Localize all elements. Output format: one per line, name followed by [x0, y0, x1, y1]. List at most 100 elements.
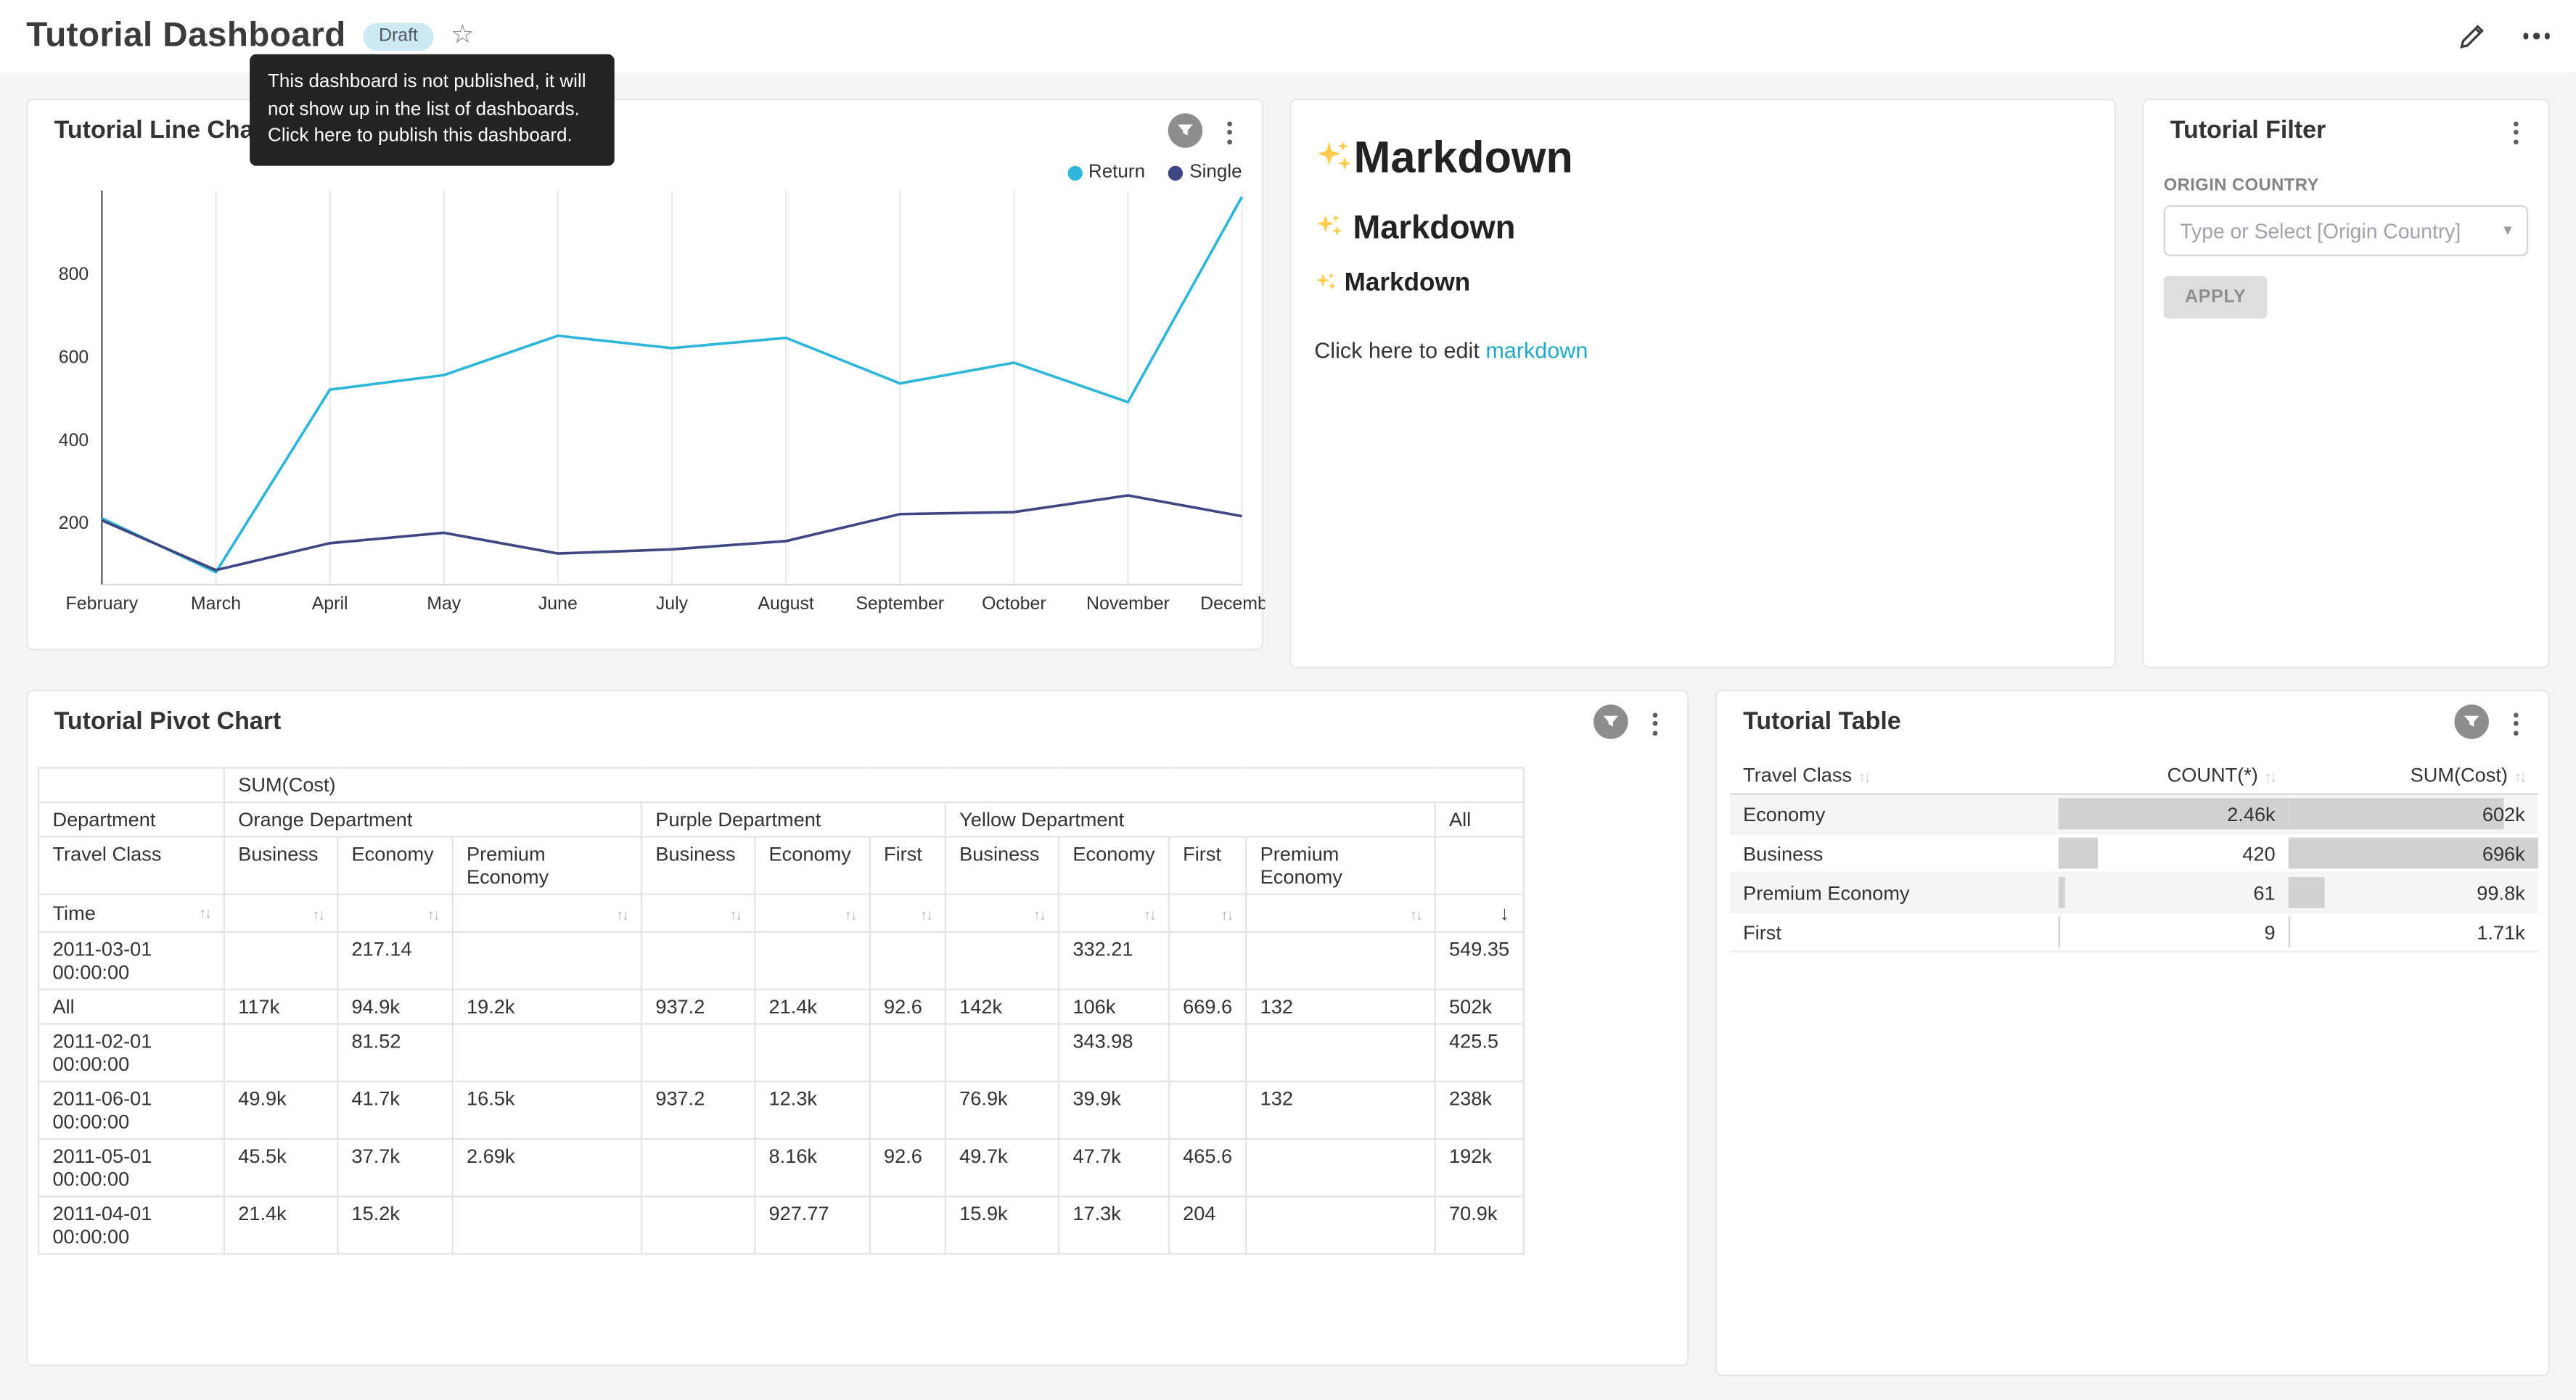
more-options-icon[interactable] — [2522, 27, 2549, 46]
kebab-menu-icon[interactable] — [1644, 704, 1664, 742]
line-chart-card: Tutorial Line Chart ReturnSingle 2004006… — [26, 99, 1263, 651]
filter-funnel-icon[interactable] — [1168, 113, 1203, 148]
pivot-value-cell — [755, 932, 869, 989]
travel-class-cell: Premium Economy — [1730, 873, 2059, 912]
sort-toggle-icon[interactable]: ↑↓ — [920, 907, 932, 923]
y-axis-label: 400 — [59, 430, 89, 450]
sort-toggle-icon[interactable]: ↑↓ — [616, 907, 628, 923]
pivot-value-cell: 39.9k — [1059, 1082, 1169, 1139]
pivot-value-cell: 332.21 — [1059, 932, 1169, 989]
sort-toggle-icon[interactable]: ↑↓ — [1221, 907, 1232, 923]
pivot-time-header: Time↑↓ — [38, 894, 224, 932]
pivot-value-cell: 12.3k — [755, 1082, 869, 1139]
pivot-value-cell — [224, 932, 337, 989]
origin-country-select[interactable]: Type or Select [Origin Country] ▾ — [2164, 205, 2529, 256]
pivot-value-cell — [453, 932, 641, 989]
pivot-row-label: All — [38, 989, 224, 1024]
pivot-value-cell — [641, 1139, 755, 1196]
pivot-value-cell: 502k — [1435, 989, 1524, 1024]
kebab-menu-icon[interactable] — [2506, 704, 2525, 742]
pivot-value-cell: 669.6 — [1169, 989, 1246, 1024]
pivot-value-cell: 192k — [1435, 1139, 1524, 1196]
sort-toggle-icon[interactable]: ↑↓ — [312, 907, 324, 923]
unpublished-tooltip[interactable]: This dashboard is not published, it will… — [250, 54, 615, 166]
pivot-sort-cell: ↑↓ — [870, 894, 946, 932]
pivot-value-cell: 217.14 — [337, 932, 452, 989]
pivot-value-cell — [1169, 932, 1246, 989]
draft-badge[interactable]: Draft — [362, 22, 434, 50]
table-header-count-[interactable]: COUNT(*)↑↓ — [2059, 757, 2289, 794]
pivot-value-cell — [870, 932, 946, 989]
sort-toggle-icon[interactable]: ↑↓ — [1033, 907, 1045, 923]
pivot-value-cell: 937.2 — [641, 1082, 755, 1139]
value-bar — [2059, 877, 2064, 908]
apply-button[interactable]: APPLY — [2164, 276, 2268, 318]
pivot-value-cell: 15.2k — [337, 1196, 452, 1253]
pivot-sort-cell: ↑↓ — [946, 894, 1059, 932]
pivot-chart-card: Tutorial Pivot Chart SUM(Cost)Department… — [26, 690, 1689, 1367]
pivot-value-cell — [1246, 932, 1435, 989]
pivot-row: 2011-02-01 00:00:0081.52343.98425.5 — [38, 1024, 1523, 1082]
filter-funnel-icon[interactable] — [2454, 704, 2489, 739]
sort-toggle-icon[interactable]: ↑↓ — [845, 907, 856, 923]
select-placeholder: Type or Select [Origin Country] — [2180, 219, 2461, 242]
pivot-travel-class-header: First — [1169, 837, 1246, 894]
pivot-value-cell: 132 — [1246, 989, 1435, 1024]
x-axis-label: March — [191, 593, 241, 614]
pivot-value-cell: 132 — [1246, 1082, 1435, 1139]
pivot-sort-cell: ↑↓ — [453, 894, 641, 932]
pivot-sort-cell: ↑↓ — [1246, 894, 1435, 932]
table-header-travel-class[interactable]: Travel Class↑↓ — [1730, 757, 2059, 794]
pivot-row: 2011-05-01 00:00:0045.5k37.7k2.69k8.16k9… — [38, 1139, 1523, 1196]
sort-toggle-icon[interactable]: ↑↓ — [427, 907, 439, 923]
dashboard-screen: Tutorial Dashboard Draft ☆ This dashboar… — [0, 0, 2576, 1399]
pivot-value-cell: 21.4k — [755, 989, 869, 1024]
pivot-value-cell: 49.7k — [946, 1139, 1059, 1196]
sort-toggle-icon[interactable]: ↑↓ — [1858, 769, 1869, 786]
x-axis-label: September — [856, 593, 944, 614]
x-axis-label: October — [982, 593, 1046, 614]
filter-funnel-icon[interactable] — [1593, 704, 1628, 739]
chevron-down-icon: ▾ — [2503, 222, 2511, 240]
pivot-value-cell: 41.7k — [337, 1082, 452, 1139]
pivot-value-cell: 142k — [946, 989, 1059, 1024]
kebab-menu-icon[interactable] — [1219, 113, 1239, 151]
pivot-value-cell — [1246, 1196, 1435, 1253]
sort-toggle-icon[interactable]: ↑↓ — [2265, 769, 2276, 786]
kebab-menu-icon[interactable] — [2506, 113, 2525, 151]
x-axis-label: August — [758, 593, 814, 614]
travel-class-cell: Economy — [1730, 794, 2059, 833]
filter-card-title: Tutorial Filter — [2170, 117, 2326, 144]
sort-toggle-icon[interactable]: ↑↓ — [1144, 907, 1155, 923]
markdown-edit-link[interactable]: markdown — [1485, 338, 1588, 363]
sort-toggle-icon[interactable]: ↑↓ — [199, 905, 210, 921]
cell-value: 9 — [2072, 921, 2276, 944]
pivot-value-cell: 238k — [1435, 1082, 1524, 1139]
pivot-row: 2011-04-01 00:00:0021.4k15.2k927.7715.9k… — [38, 1196, 1523, 1253]
pivot-value-cell — [224, 1024, 337, 1082]
pivot-sort-cell: ↑↓ — [641, 894, 755, 932]
data-table: Travel Class↑↓COUNT(*)↑↓ SUM(Cost) ↑↓ Econo… — [1730, 757, 2538, 952]
x-axis-label: May — [427, 593, 462, 614]
sort-toggle-icon[interactable]: ↑↓ — [729, 907, 741, 923]
pivot-department-header: Purple Department — [641, 802, 946, 837]
edit-pencil-icon[interactable] — [2456, 20, 2487, 52]
sparkles-icon — [1314, 271, 1337, 295]
table-header-sum-cost-[interactable]: SUM(Cost) ↑↓ — [2289, 757, 2538, 794]
column-header-label: SUM(Cost) — [2411, 764, 2508, 787]
pivot-sort-cell: ↑↓ — [1059, 894, 1169, 932]
sort-desc-icon[interactable]: ↓ — [1500, 902, 1510, 925]
pivot-value-cell: 343.98 — [1059, 1024, 1169, 1082]
sort-toggle-icon[interactable]: ↑↓ — [2514, 769, 2525, 786]
pivot-value-cell: 81.52 — [337, 1024, 452, 1082]
sum-cost-cell: 99.8k — [2289, 873, 2538, 912]
pivot-row-label: 2011-03-01 00:00:00 — [38, 932, 224, 989]
pivot-sort-cell: ↑↓ — [337, 894, 452, 932]
sort-toggle-icon[interactable]: ↑↓ — [1410, 907, 1422, 923]
favorite-star-icon[interactable]: ☆ — [451, 23, 474, 49]
pivot-row-label: 2011-02-01 00:00:00 — [38, 1024, 224, 1082]
markdown-paragraph: Click here to edit markdown — [1314, 338, 2088, 363]
pivot-row: 2011-03-01 00:00:00217.14332.21549.35 — [38, 932, 1523, 989]
tooltip-line: Click here to publish this dashboard. — [268, 124, 596, 152]
pivot-value-cell: 76.9k — [946, 1082, 1059, 1139]
